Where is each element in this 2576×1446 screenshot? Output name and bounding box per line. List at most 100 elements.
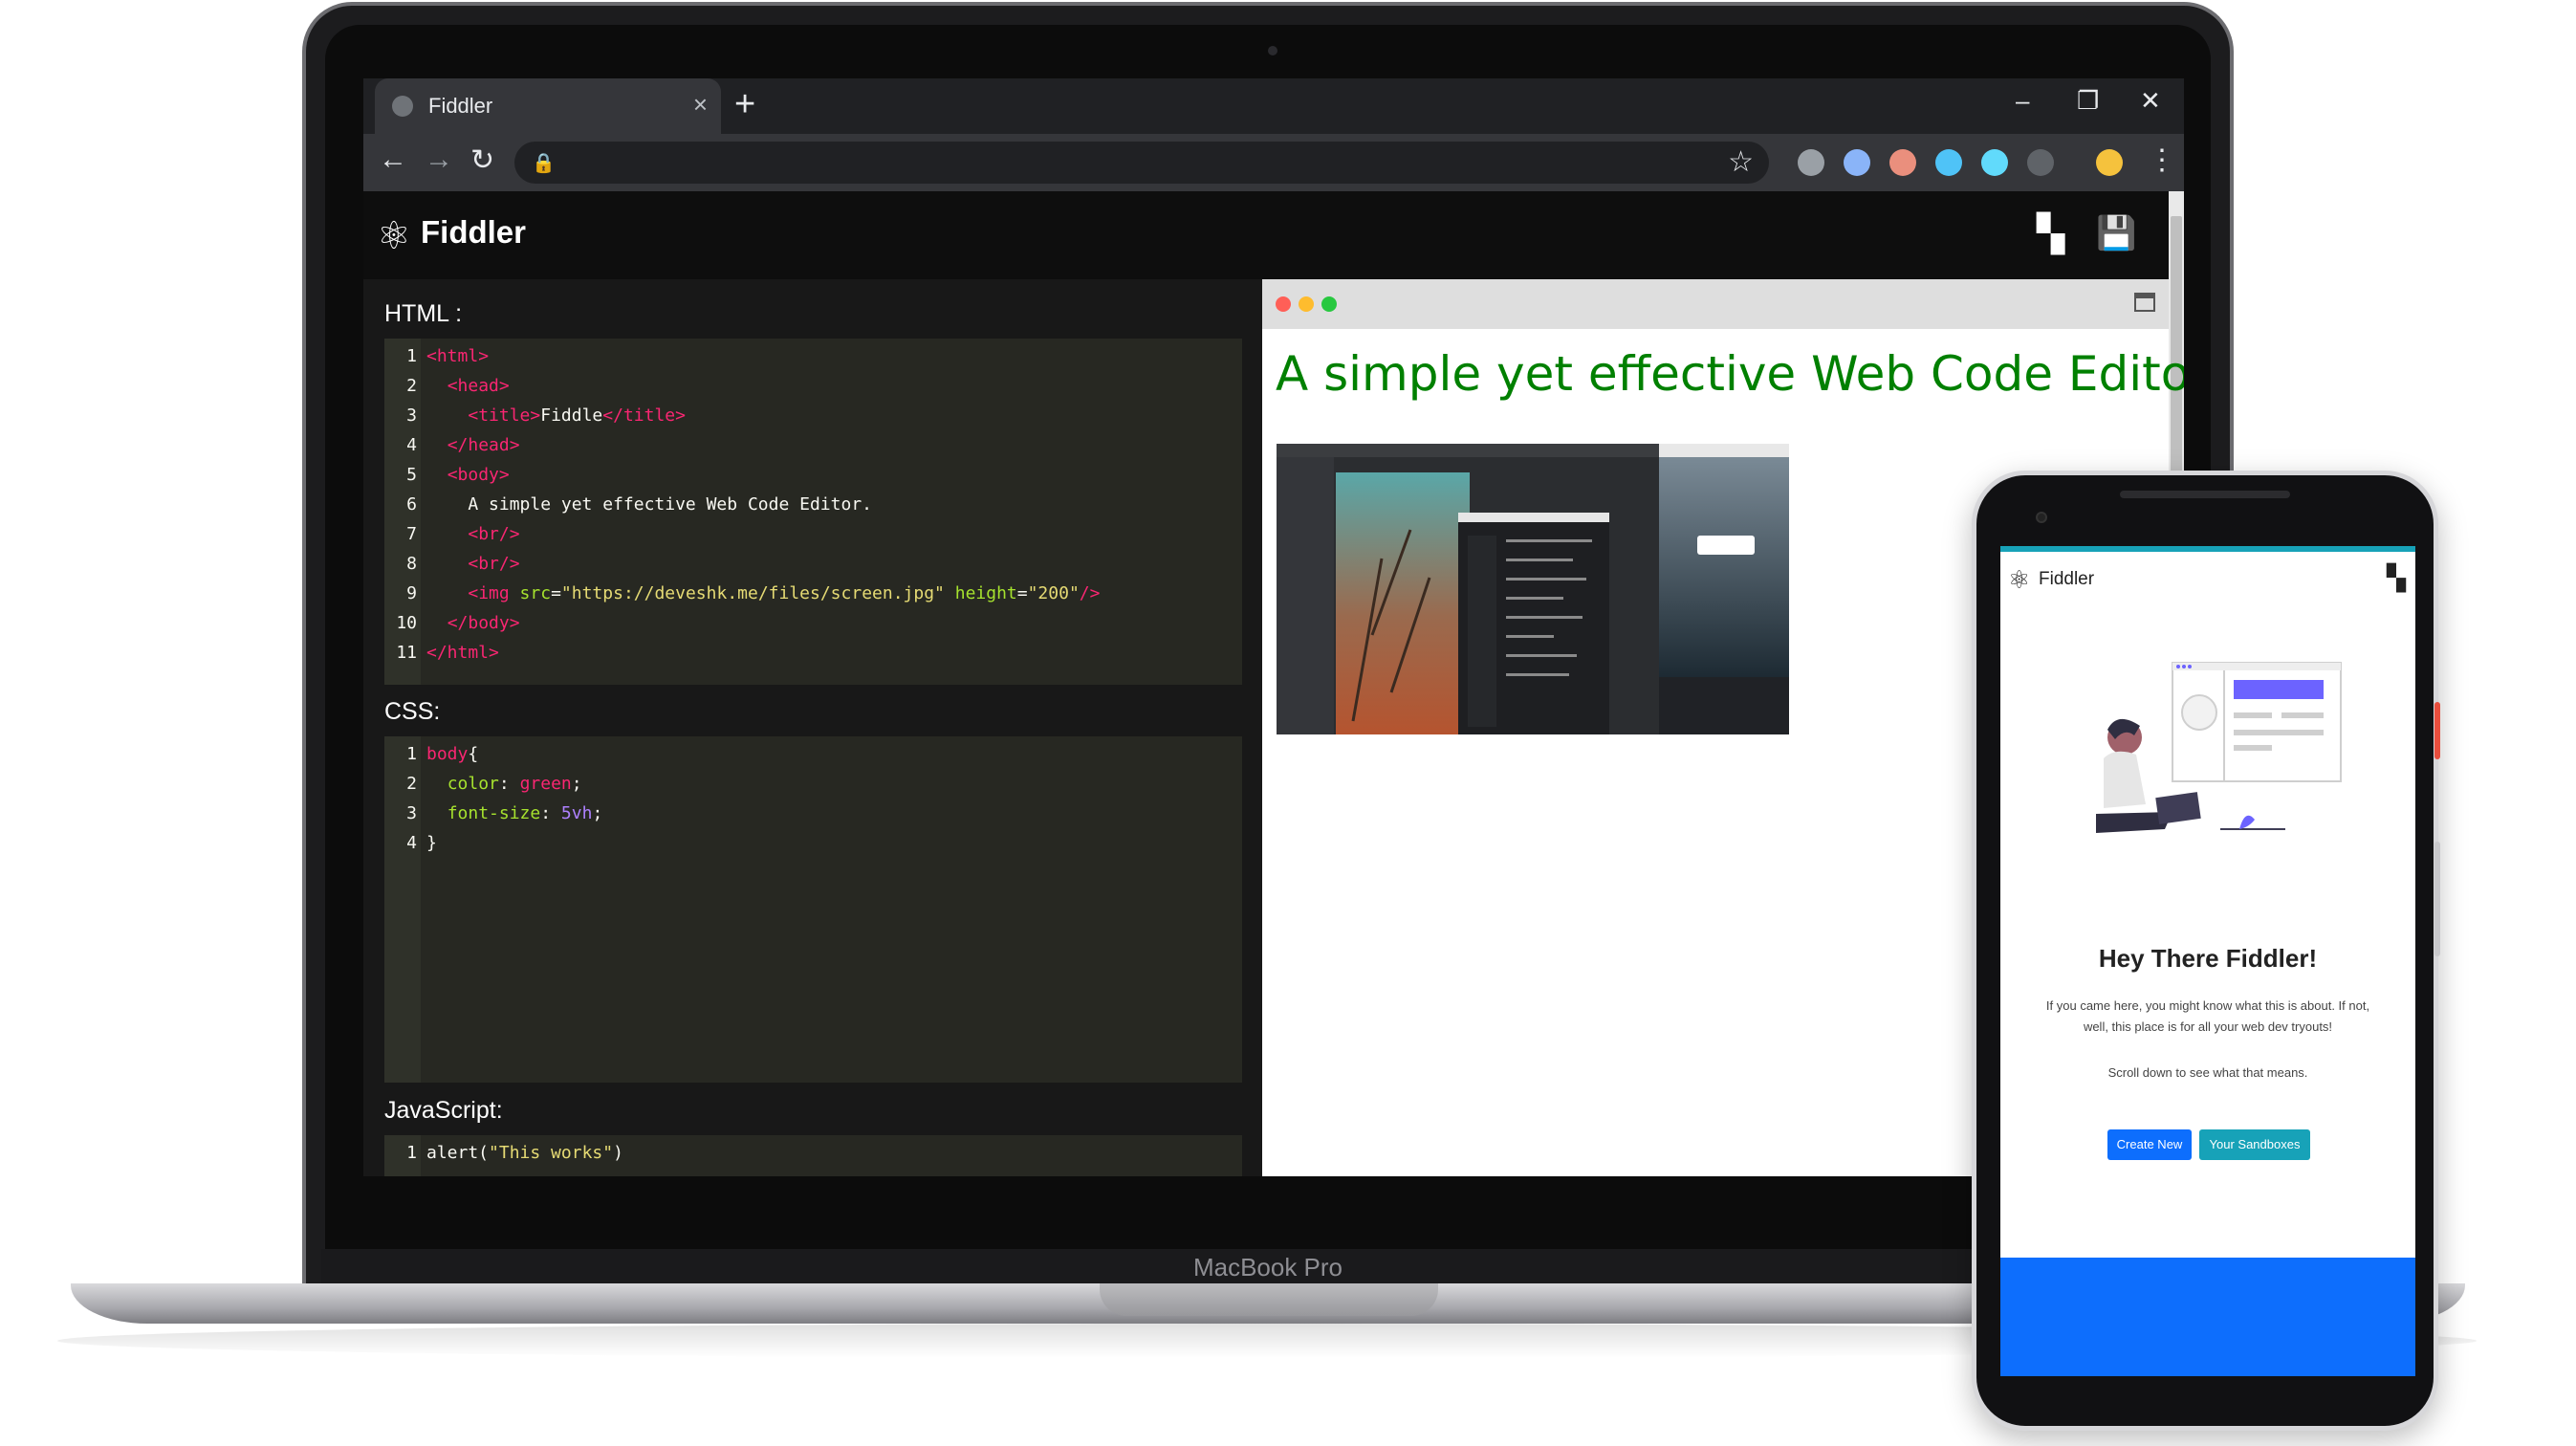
html-editor[interactable]: 1 <html> 2 <head> 3 <title>Fiddle</title> 4 …	[384, 339, 1242, 685]
code-text[interactable]: <body>	[426, 465, 510, 485]
html-line[interactable]: 10 </body>	[384, 613, 1242, 643]
lock-icon[interactable]: 🔒	[532, 151, 556, 175]
line-number: 5	[406, 465, 417, 485]
extension-icon[interactable]	[2027, 149, 2054, 176]
extension-icon[interactable]	[1935, 149, 1962, 176]
extension-icon[interactable]	[1981, 149, 2008, 176]
reload-icon[interactable]: ↻	[470, 143, 494, 177]
laptop-screen: Fiddler × + – ❐ ✕ ← → ↻ 🔒 ☆ ⋮ ⚛ Fiddler	[363, 78, 2184, 1176]
code-text[interactable]: <title>Fiddle</title>	[426, 405, 686, 426]
maximize-dot[interactable]	[1321, 296, 1337, 312]
extension-icon[interactable]	[1798, 149, 1824, 176]
html-line[interactable]: 2 <head>	[384, 376, 1242, 405]
line-number: 2	[406, 376, 417, 396]
line-number: 9	[406, 583, 417, 603]
line-number: 11	[396, 643, 417, 663]
line-number: 4	[406, 435, 417, 455]
app-title: Fiddler	[421, 214, 527, 250]
phone-camera	[2036, 512, 2047, 523]
code-text[interactable]: <br/>	[426, 524, 519, 544]
phone-app-title: Fiddler	[2039, 569, 2095, 589]
code-text[interactable]: font-size: 5vh;	[426, 803, 603, 823]
save-icon[interactable]: 💾	[2096, 214, 2136, 252]
minimize-icon[interactable]: –	[2016, 86, 2029, 116]
code-text[interactable]: A simple yet effective Web Code Editor.	[426, 494, 872, 515]
html-line[interactable]: 4 </head>	[384, 435, 1242, 465]
code-text[interactable]: }	[426, 833, 437, 853]
line-number: 10	[396, 613, 417, 633]
laptop-chin: MacBook Pro	[321, 1249, 2215, 1283]
code-text[interactable]: </html>	[426, 643, 499, 663]
laptop-camera	[1268, 46, 1277, 55]
window-icon[interactable]	[2134, 293, 2155, 312]
forward-icon[interactable]: →	[425, 143, 453, 176]
fiddler-app: ⚛ Fiddler ▚ 💾 HTML : 1 <html> 2 <head> 3 <t…	[363, 191, 2184, 1176]
developer-illustration	[2096, 662, 2342, 833]
line-number: 3	[406, 803, 417, 823]
close-tab-icon[interactable]: ×	[693, 90, 708, 120]
close-dot[interactable]	[1276, 296, 1291, 312]
phone-speaker	[2120, 491, 2290, 498]
html-line[interactable]: 8 <br/>	[384, 554, 1242, 583]
back-icon[interactable]: ←	[379, 143, 407, 176]
code-text[interactable]: color: green;	[426, 774, 582, 794]
browser-toolbar: ← → ↻ 🔒 ☆ ⋮	[363, 134, 2184, 191]
phone-volume-button	[2434, 842, 2440, 956]
extension-icon[interactable]	[1889, 149, 1916, 176]
restore-icon[interactable]: ❐	[2077, 86, 2099, 116]
create-new-button[interactable]: Create New	[2107, 1129, 2192, 1160]
preview-titlebar	[1262, 279, 2169, 329]
new-tab-button[interactable]: +	[734, 84, 755, 125]
address-bar[interactable]: 🔒 ☆	[514, 142, 1769, 184]
code-text[interactable]: </body>	[426, 613, 520, 633]
close-window-icon[interactable]: ✕	[2140, 86, 2161, 116]
extension-icon[interactable]	[1844, 149, 1870, 176]
line-number: 4	[406, 833, 417, 853]
code-text[interactable]: <img src="https://deveshk.me/files/scree…	[426, 583, 1100, 603]
laptop-model-label: MacBook Pro	[1192, 1253, 1343, 1282]
html-line[interactable]: 1 <html>	[384, 346, 1242, 376]
html-line[interactable]: 11 </html>	[384, 643, 1242, 672]
html-line[interactable]: 5 <body>	[384, 465, 1242, 494]
js-line[interactable]: 1 alert("This works")	[384, 1143, 1242, 1172]
js-editor[interactable]: 1 alert("This works")	[384, 1135, 1242, 1176]
favicon-icon	[392, 96, 413, 117]
phone-footer	[2000, 1258, 2415, 1376]
phone-intro-text: If you came here, you might know what th…	[2045, 998, 2370, 1034]
line-number: 1	[406, 744, 417, 764]
line-number: 7	[406, 524, 417, 544]
html-line[interactable]: 7 <br/>	[384, 524, 1242, 554]
line-number: 8	[406, 554, 417, 574]
phone-scroll-text: Scroll down to see what that means.	[2107, 1065, 2308, 1080]
your-sandboxes-button[interactable]: Your Sandboxes	[2199, 1129, 2310, 1160]
html-line[interactable]: 9 <img src="https://deveshk.me/files/scr…	[384, 583, 1242, 613]
bookmark-star-icon[interactable]: ☆	[1728, 145, 1754, 179]
sandboxes-icon[interactable]: ▚	[2037, 212, 2064, 255]
code-text[interactable]: <br/>	[426, 554, 519, 574]
minimize-dot[interactable]	[1299, 296, 1314, 312]
sandboxes-icon[interactable]: ▚	[2387, 563, 2406, 593]
browser-menu-icon[interactable]: ⋮	[2148, 143, 2176, 177]
extension-icon[interactable]	[2096, 149, 2123, 176]
browser-tabstrip: Fiddler × + – ❐ ✕	[363, 78, 2184, 134]
laptop-notch	[1100, 1283, 1438, 1316]
css-line[interactable]: 1 body{	[384, 744, 1242, 774]
code-text[interactable]: alert("This works")	[426, 1143, 623, 1163]
css-line[interactable]: 3 font-size: 5vh;	[384, 803, 1242, 833]
preview-heading: A simple yet effective Web Code Editor.	[1276, 346, 2184, 402]
code-text[interactable]: <head>	[426, 376, 510, 396]
html-line[interactable]: 6 A simple yet effective Web Code Editor…	[384, 494, 1242, 524]
browser-tab[interactable]: Fiddler ×	[375, 78, 721, 134]
css-editor[interactable]: 1 body{2 color: green; 3 font-size: 5vh; 4}	[384, 736, 1242, 1083]
html-label: HTML :	[384, 300, 463, 327]
css-line[interactable]: 4}	[384, 833, 1242, 863]
code-text[interactable]: body{	[426, 744, 478, 764]
preview-screenshot-image	[1277, 444, 1789, 734]
html-line[interactable]: 3 <title>Fiddle</title>	[384, 405, 1242, 435]
phone-accent-bar	[2000, 546, 2415, 552]
css-line[interactable]: 2 color: green;	[384, 774, 1242, 803]
line-number: 1	[406, 1143, 417, 1163]
code-text[interactable]: </head>	[426, 435, 520, 455]
code-text[interactable]: <html>	[426, 346, 489, 366]
line-number: 1	[406, 346, 417, 366]
